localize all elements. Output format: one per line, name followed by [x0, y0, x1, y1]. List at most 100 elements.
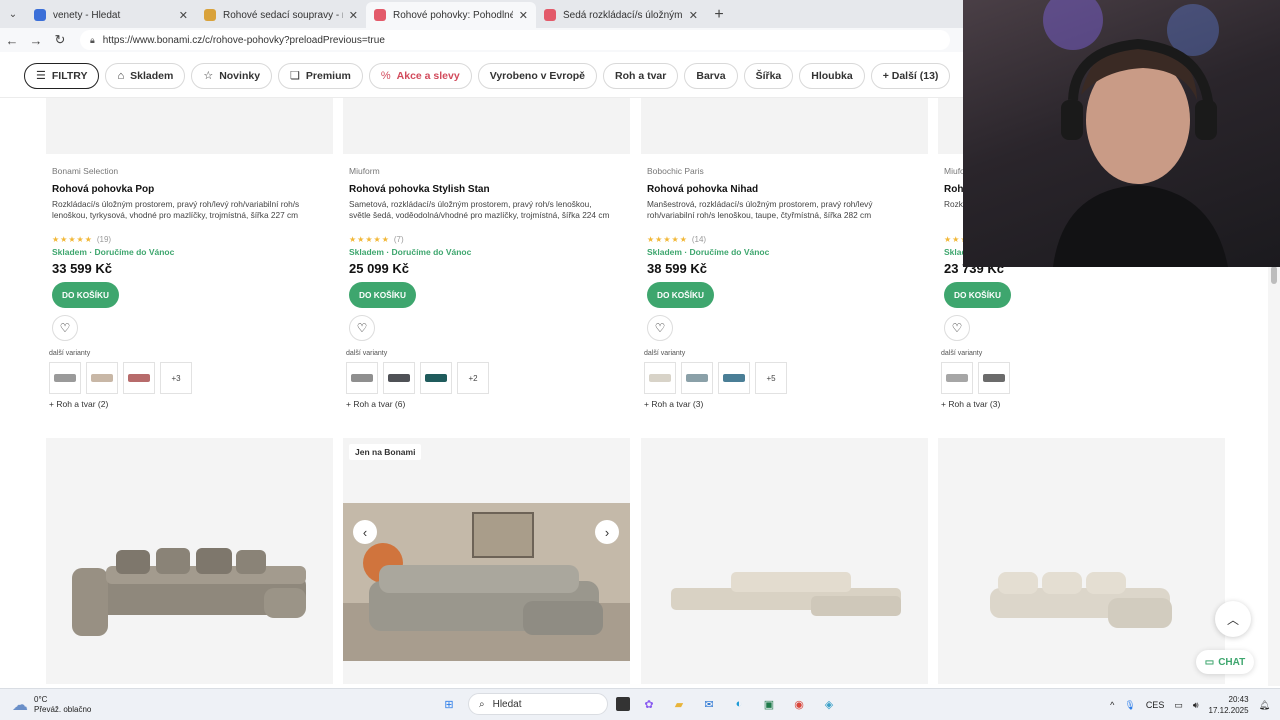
filter-chip-skladem[interactable]: ⌂ Skladem [105, 62, 186, 89]
add-to-cart-button[interactable]: DO KOŠÍKU [52, 282, 119, 308]
filter-chip-dalsi[interactable]: + Další (13) [870, 62, 951, 89]
more-variants-button[interactable]: +5 [755, 362, 787, 394]
product-card-image[interactable] [46, 438, 333, 684]
outlook-icon[interactable]: ✉ [698, 693, 720, 715]
back-icon[interactable]: ← [0, 33, 24, 48]
variant-thumbnail[interactable] [86, 362, 118, 394]
product-brand[interactable]: Bonami Selection [46, 166, 333, 176]
close-icon[interactable]: ✕ [349, 9, 358, 22]
browser-tab[interactable]: venety - Hledat ✕ [26, 2, 196, 28]
edge-icon[interactable]: ◐ [728, 693, 750, 715]
variant-thumbnail[interactable] [941, 362, 973, 394]
reload-icon[interactable]: ↻ [48, 32, 72, 48]
product-image[interactable] [343, 98, 630, 154]
variant-sofa-swatch [649, 374, 671, 382]
taskbar: ☁ 0°C Převáž. oblačno ⊞ ⌕ Hledat ✿ ▰ ✉ ◐… [0, 688, 1280, 720]
filter-chip-filtry[interactable]: ☰ FILTRY [24, 62, 100, 89]
file-explorer-icon[interactable]: ▰ [668, 693, 690, 715]
filter-chip-hloubka[interactable]: Hloubka [799, 62, 865, 89]
corner-shape-link[interactable]: + Roh a tvar (2) [46, 399, 333, 409]
browser-tab[interactable]: Rohové pohovky: Pohodlné a desi ✕ [366, 2, 536, 28]
windows-start-icon[interactable]: ⊞ [438, 693, 460, 715]
chat-button[interactable]: ▭ CHAT [1196, 650, 1254, 674]
variant-thumbnail[interactable] [644, 362, 676, 394]
corner-shape-link[interactable]: + Roh a tvar (3) [641, 399, 928, 409]
chevron-up-icon[interactable]: ^ [1110, 700, 1114, 710]
wishlist-button[interactable]: ♡ [944, 315, 970, 341]
variant-thumbnail[interactable] [346, 362, 378, 394]
notifications-icon[interactable]: 🔔︎ [1259, 700, 1270, 711]
product-image[interactable] [46, 98, 333, 154]
variant-thumbnail[interactable] [49, 362, 81, 394]
product-price: 38 599 Kč [647, 261, 707, 276]
wishlist-button[interactable]: ♡ [52, 315, 78, 341]
variant-thumbnail[interactable] [978, 362, 1010, 394]
heart-icon: ♡ [59, 321, 71, 335]
product-brand[interactable]: Miuform [343, 166, 630, 176]
volume-icon[interactable]: 🔊︎ [1193, 700, 1199, 711]
url-field[interactable]: 🔒︎ https://www.bonami.cz/c/rohove-pohovk… [80, 30, 950, 50]
terminal-icon[interactable]: ▣ [758, 693, 780, 715]
microphone-icon[interactable]: 🎙︎ [1124, 700, 1135, 711]
carousel-prev-button[interactable]: ‹ [353, 520, 377, 544]
variant-thumbnail[interactable] [718, 362, 750, 394]
product-brand[interactable]: Bobochic Paris [641, 166, 928, 176]
carousel-next-button[interactable]: › [595, 520, 619, 544]
add-to-cart-button[interactable]: DO KOŠÍKU [944, 282, 1011, 308]
filter-chip-barva[interactable]: Barva [684, 62, 738, 89]
product-name[interactable]: Rohová pohovka Stylish Stan [343, 184, 630, 195]
add-to-cart-button[interactable]: DO KOŠÍKU [647, 282, 714, 308]
filter-chip-akce[interactable]: % Akce a slevy [368, 62, 472, 89]
variant-thumbnail[interactable] [123, 362, 155, 394]
site-info-icon[interactable]: 🔒︎ [90, 35, 95, 46]
clock[interactable]: 20:43 17.12.2025 [1209, 694, 1249, 716]
close-icon[interactable]: ✕ [689, 9, 698, 22]
filter-chip-premium[interactable]: ❏ Premium [278, 62, 363, 89]
filter-chip-roh[interactable]: Roh a tvar [603, 62, 679, 89]
app-icon[interactable]: ◈ [818, 693, 840, 715]
taskbar-search[interactable]: ⌕ Hledat [468, 693, 608, 715]
product-card-image[interactable] [938, 438, 1225, 684]
close-icon[interactable]: ✕ [519, 9, 528, 22]
product-name[interactable]: Rohová pohovka Nihad [641, 184, 928, 195]
product-card-image[interactable]: Jen na Bonami ‹ › [343, 438, 630, 684]
variant-thumbnail[interactable] [383, 362, 415, 394]
filter-chip-novinky[interactable]: ☆ Novinky [191, 62, 273, 89]
task-view-icon[interactable] [616, 697, 630, 711]
product-card-image[interactable] [641, 438, 928, 684]
copilot-icon[interactable]: ✿ [638, 693, 660, 715]
scroll-to-top-button[interactable]: ︿ [1215, 601, 1251, 637]
product-card[interactable]: Bonami Selection Rohová pohovka Pop Rozklá… [46, 98, 333, 409]
browser-tab[interactable]: Šedá rozkládací/s úložným prostor ✕ [536, 2, 706, 28]
filter-chip-sirka[interactable]: Šířka [743, 62, 794, 89]
more-variants-button[interactable]: +3 [160, 362, 192, 394]
close-icon[interactable]: ✕ [179, 9, 188, 22]
product-card[interactable]: Miuform Rohová pohovka Stylish Stan Sameto… [343, 98, 630, 409]
add-to-cart-button[interactable]: DO KOŠÍKU [349, 282, 416, 308]
new-tab-button[interactable]: + [706, 2, 732, 28]
tab-title: Rohové sedací soupravy - malé, ve [223, 9, 343, 21]
language-indicator[interactable]: CES [1146, 700, 1165, 710]
product-name[interactable]: Rohová pohovka Pop [46, 184, 333, 195]
chevron-up-icon: ︿ [1226, 612, 1239, 627]
corner-shape-link[interactable]: + Roh a tvar (6) [343, 399, 630, 409]
tab-list-icon[interactable]: ⌄ [0, 0, 26, 28]
wishlist-button[interactable]: ♡ [349, 315, 375, 341]
tab-title: Šedá rozkládací/s úložným prostor [563, 9, 683, 21]
variant-thumbnail[interactable] [420, 362, 452, 394]
wishlist-button[interactable]: ♡ [647, 315, 673, 341]
browser-tab[interactable]: Rohové sedací soupravy - malé, ve ✕ [196, 2, 366, 28]
variant-thumbnail[interactable] [681, 362, 713, 394]
variant-list: +5 [641, 362, 928, 394]
product-image[interactable] [641, 98, 928, 154]
weather-widget[interactable]: ☁ 0°C Převáž. oblačno [0, 695, 200, 715]
product-card[interactable]: Bobochic Paris Rohová pohovka Nihad Manšes… [641, 98, 928, 409]
scrollbar-thumb[interactable] [1271, 266, 1277, 284]
chrome-icon[interactable]: ◉ [788, 693, 810, 715]
network-icon[interactable]: ▭ [1174, 700, 1183, 711]
forward-icon[interactable]: → [24, 33, 48, 48]
more-variants-button[interactable]: +2 [457, 362, 489, 394]
variant-sofa-swatch [723, 374, 745, 382]
filter-chip-evropa[interactable]: Vyrobeno v Evropě [477, 62, 598, 89]
corner-shape-link[interactable]: + Roh a tvar (3) [938, 399, 1225, 409]
